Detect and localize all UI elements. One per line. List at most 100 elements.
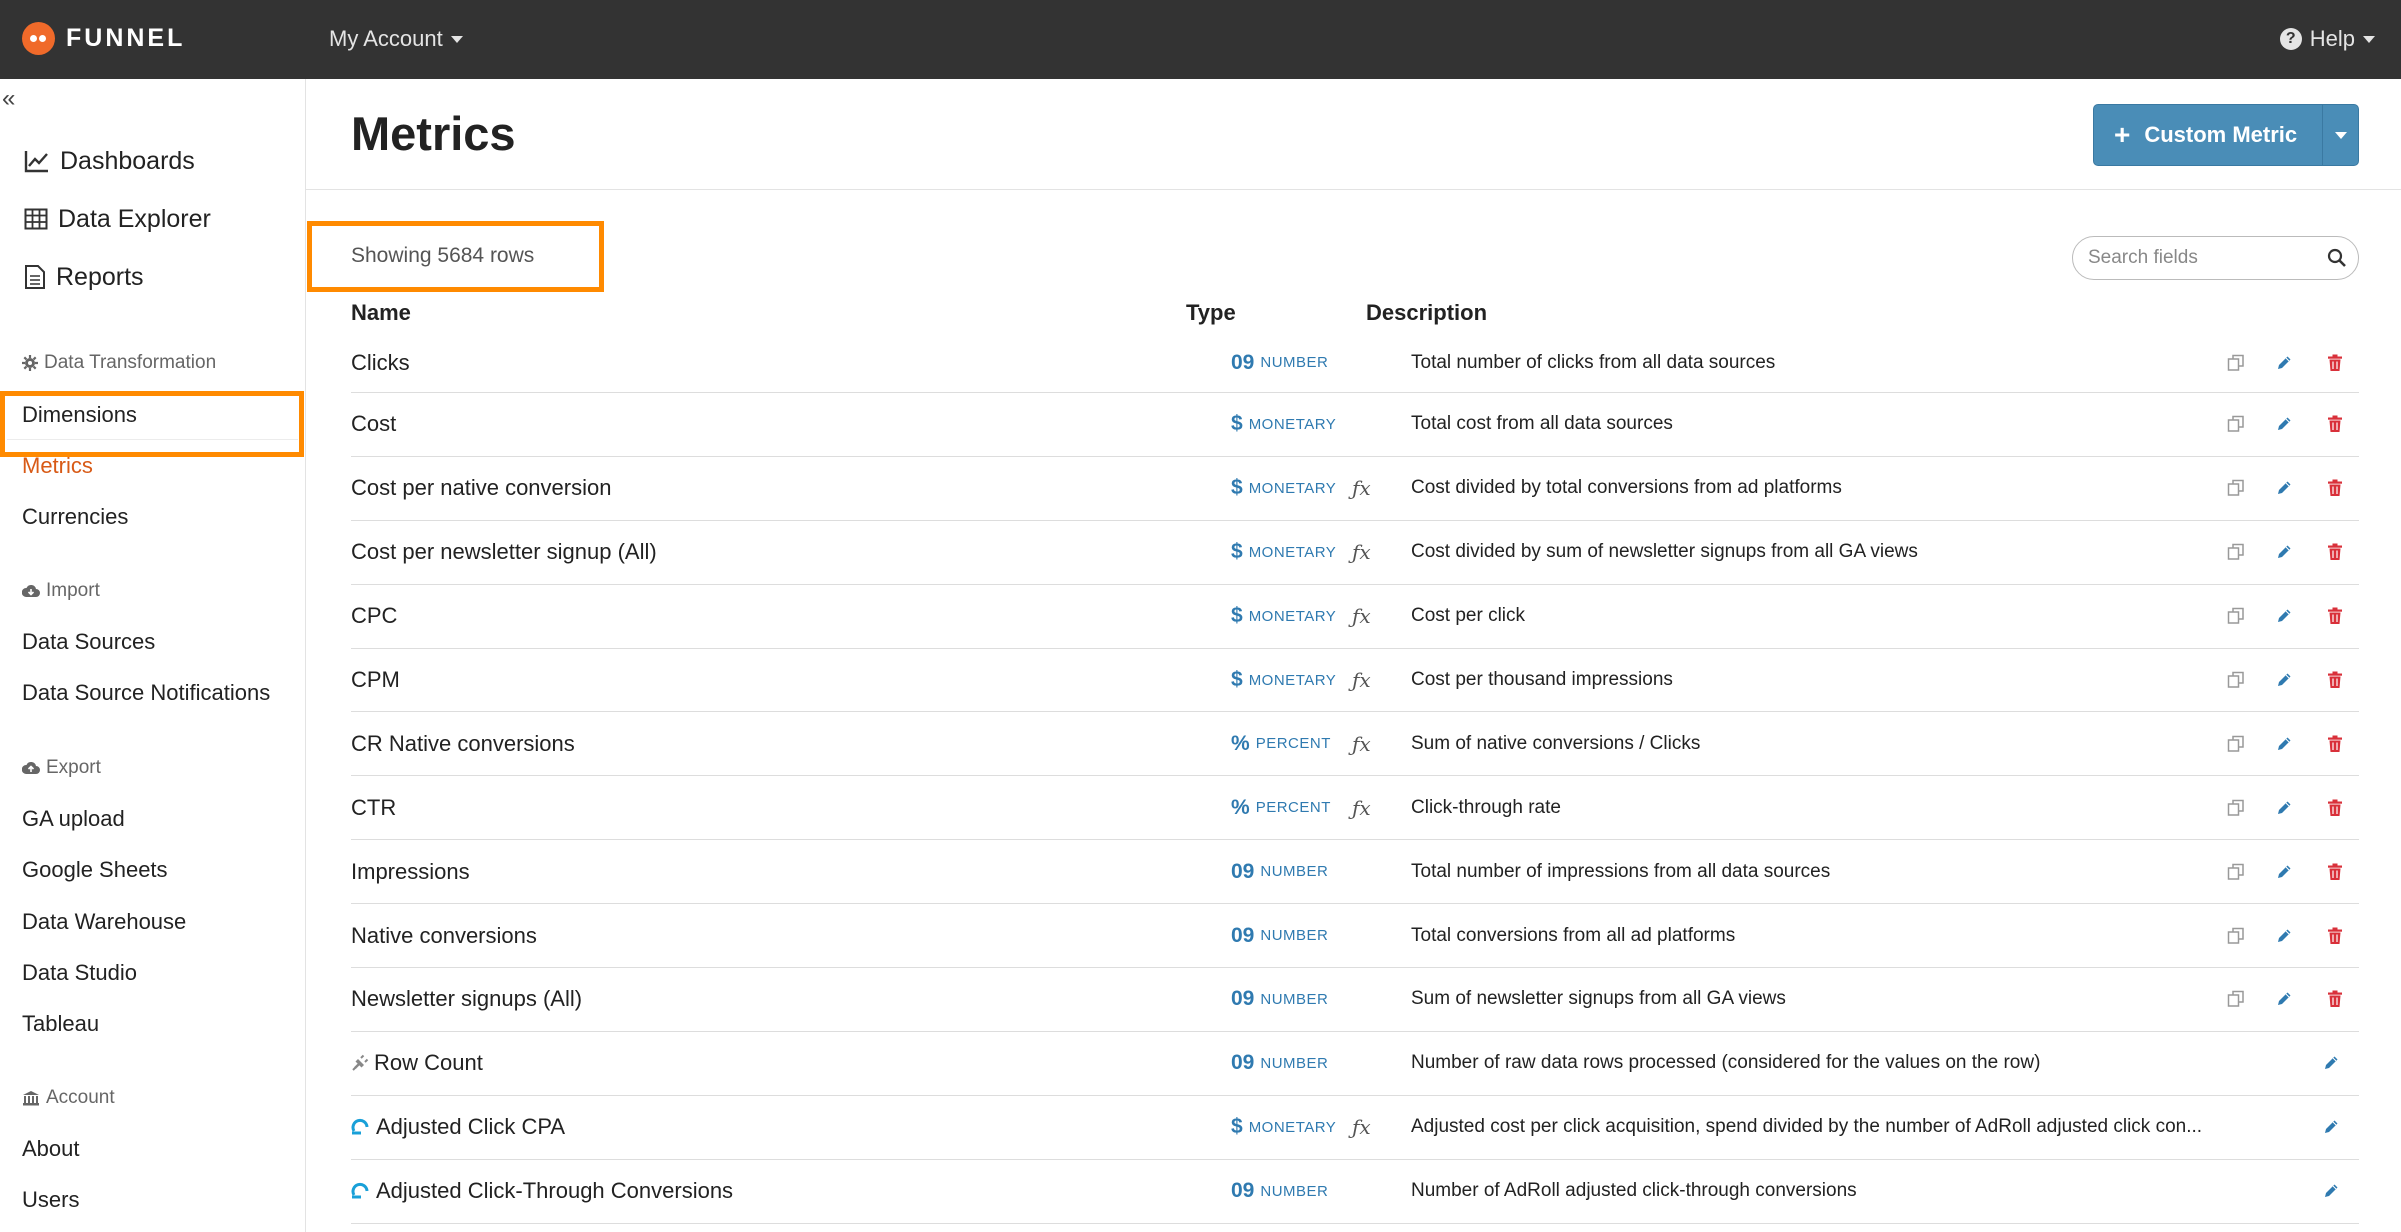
edit-pencil-icon[interactable] xyxy=(2275,607,2293,625)
row-count-text: Showing 5684 rows xyxy=(351,244,535,267)
column-header-type[interactable]: Type xyxy=(1186,300,1236,326)
edit-pencil-icon[interactable] xyxy=(2275,671,2293,689)
table-row[interactable]: Row Count 09 NUMBER Number of raw data rows… xyxy=(351,1032,2359,1096)
table-row[interactable]: Newsletter signups (All) 09 NUMBER Sum of n… xyxy=(351,968,2359,1032)
question-circle-icon: ? xyxy=(2279,28,2302,50)
sidebar: « Dashboards Data Explorer Reports Data … xyxy=(0,79,306,1232)
custom-metric-dropdown-toggle[interactable] xyxy=(2322,105,2358,165)
my-account-menu[interactable]: My Account xyxy=(329,26,463,52)
search-input[interactable] xyxy=(2088,247,2308,269)
custom-metric-button[interactable]: + Custom Metric xyxy=(2093,104,2359,166)
copy-icon[interactable] xyxy=(2227,735,2245,753)
cloud-download-icon xyxy=(22,584,40,597)
divider xyxy=(306,189,2401,190)
sidebar-item-currencies[interactable]: Currencies xyxy=(22,504,128,530)
sidebar-item-google-sheets[interactable]: Google Sheets xyxy=(22,857,168,883)
delete-trash-icon[interactable] xyxy=(2327,479,2345,497)
adroll-icon xyxy=(351,1182,371,1200)
edit-pencil-icon[interactable] xyxy=(2322,1118,2340,1136)
copy-icon[interactable] xyxy=(2227,671,2245,689)
edit-pencil-icon[interactable] xyxy=(2275,479,2293,497)
delete-trash-icon[interactable] xyxy=(2327,607,2345,625)
delete-trash-icon[interactable] xyxy=(2327,927,2345,945)
sidebar-item-about[interactable]: About xyxy=(22,1136,80,1162)
type-label: NUMBER xyxy=(1260,990,1329,1008)
edit-pencil-icon[interactable] xyxy=(2275,735,2293,753)
sidebar-item-data-warehouse[interactable]: Data Warehouse xyxy=(22,909,186,935)
formula-icon: ƒx xyxy=(1352,1115,1371,1140)
table-row[interactable]: CR Native conversions% PERCENT ƒx Sum of na… xyxy=(351,712,2359,777)
column-header-name[interactable]: Name xyxy=(351,300,411,326)
column-header-description[interactable]: Description xyxy=(1366,300,1487,326)
table-row[interactable]: CPC $ MONETARY ƒx Cost per click xyxy=(351,585,2359,649)
edit-pencil-icon[interactable] xyxy=(2275,799,2293,817)
metric-name-label: CPC xyxy=(351,603,398,629)
metric-name: Adjusted Click CPA xyxy=(351,1096,565,1159)
edit-pencil-icon[interactable] xyxy=(2322,1054,2340,1072)
delete-trash-icon[interactable] xyxy=(2327,543,2345,561)
delete-trash-icon[interactable] xyxy=(2327,799,2345,817)
type-symbol-icon: 09 xyxy=(1231,859,1255,883)
sidebar-item-dashboards[interactable]: Dashboards xyxy=(0,132,306,190)
sidebar-item-data-studio[interactable]: Data Studio xyxy=(22,960,137,986)
search-icon[interactable] xyxy=(2327,248,2347,268)
my-account-label: My Account xyxy=(329,26,443,51)
copy-icon[interactable] xyxy=(2227,354,2245,372)
metric-type: % PERCENT xyxy=(1231,776,1331,839)
table-row[interactable]: Native conversions 09 NUMBER Total conversi… xyxy=(351,904,2359,969)
copy-icon[interactable] xyxy=(2227,799,2245,817)
table-row[interactable]: Cost per newsletter signup (All) $ MONETAR… xyxy=(351,521,2359,585)
collapse-sidebar-icon[interactable]: « xyxy=(2,85,15,113)
table-row[interactable]: Adjusted Click CPA $ MONETARY ƒx Adjusted co… xyxy=(351,1096,2359,1160)
edit-pencil-icon[interactable] xyxy=(2275,927,2293,945)
table-row[interactable]: CPM $ MONETARY ƒx Cost per thousand impressi… xyxy=(351,649,2359,713)
sidebar-item-ga-upload[interactable]: GA upload xyxy=(22,806,125,832)
section-heading-export: Export xyxy=(22,757,101,779)
table-row[interactable]: Cost per native conversion $ MONETARY ƒx Cos… xyxy=(351,457,2359,521)
search-fields[interactable] xyxy=(2072,236,2359,280)
delete-trash-icon[interactable] xyxy=(2327,671,2345,689)
edit-pencil-icon[interactable] xyxy=(2322,1182,2340,1200)
edit-pencil-icon[interactable] xyxy=(2275,415,2293,433)
metric-description: Total cost from all data sources xyxy=(1411,413,1673,435)
copy-icon[interactable] xyxy=(2227,863,2245,881)
funnel-logo[interactable]: FUNNEL xyxy=(22,22,185,55)
sidebar-item-data-explorer[interactable]: Data Explorer xyxy=(0,190,306,248)
delete-trash-icon[interactable] xyxy=(2327,863,2345,881)
table-row[interactable]: Cost $ MONETARY Total cost from all data so… xyxy=(351,393,2359,457)
table-row[interactable]: CTR% PERCENT ƒx Click-through rate xyxy=(351,776,2359,841)
metric-type: $ MONETARY xyxy=(1231,521,1336,584)
table-row[interactable]: Adjusted Click-Through Conversions 09 NUMB… xyxy=(351,1160,2359,1224)
copy-icon[interactable] xyxy=(2227,479,2245,497)
sidebar-item-data-source-notifications[interactable]: Data Source Notifications xyxy=(22,680,270,706)
metric-type: % PERCENT xyxy=(1231,712,1331,775)
edit-pencil-icon[interactable] xyxy=(2275,863,2293,881)
sidebar-item-users[interactable]: Users xyxy=(22,1187,79,1213)
sidebar-item-dimensions[interactable]: Dimensions xyxy=(22,402,137,428)
copy-icon[interactable] xyxy=(2227,607,2245,625)
metric-name-label: CPM xyxy=(351,667,400,692)
copy-icon[interactable] xyxy=(2227,415,2245,433)
metric-description: Number of raw data rows processed (consi… xyxy=(1411,1052,2041,1074)
copy-icon[interactable] xyxy=(2227,927,2245,945)
edit-pencil-icon[interactable] xyxy=(2275,990,2293,1008)
help-menu[interactable]: ? Help xyxy=(2279,26,2375,52)
sidebar-item-reports[interactable]: Reports xyxy=(0,248,306,306)
copy-icon[interactable] xyxy=(2227,990,2245,1008)
metric-name-label: Cost per native conversion xyxy=(351,475,612,501)
delete-trash-icon[interactable] xyxy=(2327,354,2345,372)
delete-trash-icon[interactable] xyxy=(2327,735,2345,753)
metric-name-label: Newsletter signups (All) xyxy=(351,986,583,1012)
table-row[interactable]: Clicks 09 NUMBER Total number of clicks fro… xyxy=(351,333,2359,393)
delete-trash-icon[interactable] xyxy=(2327,990,2345,1008)
delete-trash-icon[interactable] xyxy=(2327,415,2345,433)
metric-name: CPM xyxy=(351,649,400,712)
copy-icon[interactable] xyxy=(2227,543,2245,561)
sidebar-item-metrics[interactable]: Metrics xyxy=(22,453,93,479)
table-row[interactable]: Impressions 09 NUMBER Total number of impre… xyxy=(351,840,2359,905)
section-heading-label: Data Transformation xyxy=(44,352,217,373)
sidebar-item-data-sources[interactable]: Data Sources xyxy=(22,629,155,655)
edit-pencil-icon[interactable] xyxy=(2275,543,2293,561)
edit-pencil-icon[interactable] xyxy=(2275,354,2293,372)
sidebar-item-tableau[interactable]: Tableau xyxy=(22,1011,99,1037)
